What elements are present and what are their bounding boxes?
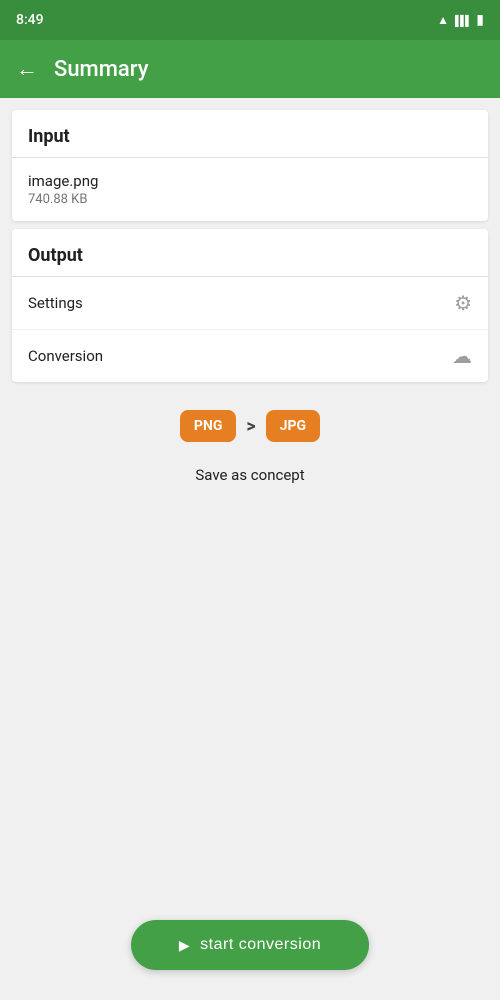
status-time: 8:49: [16, 12, 44, 28]
settings-label: Settings: [28, 294, 83, 312]
play-icon: ▶: [179, 937, 190, 954]
cloud-icon: [452, 344, 472, 368]
signal-icon: [455, 12, 470, 28]
input-file-row: image.png 740.88 KB: [12, 158, 488, 221]
from-badge: PNG: [180, 410, 236, 442]
toolbar: ← Summary: [0, 40, 500, 98]
input-file-size: 740.88 KB: [28, 192, 98, 207]
back-button[interactable]: ←: [16, 56, 38, 82]
conversion-badges-area: PNG > JPG: [12, 390, 488, 450]
start-conversion-label: start conversion: [200, 936, 321, 954]
settings-row[interactable]: Settings: [12, 277, 488, 330]
input-file-name: image.png: [28, 172, 98, 190]
status-icons: [437, 12, 484, 28]
save-concept-button[interactable]: Save as concept: [12, 458, 488, 504]
output-card-header: Output: [12, 229, 488, 277]
arrow-icon: >: [246, 416, 255, 437]
input-card-header: Input: [12, 110, 488, 158]
conversion-row[interactable]: Conversion: [12, 330, 488, 382]
bottom-action-area: ▶ start conversion: [0, 920, 500, 970]
content-area: Input image.png 740.88 KB Output Setting…: [0, 98, 500, 516]
gear-icon: [454, 291, 472, 315]
wifi-icon: [437, 12, 449, 28]
conversion-label: Conversion: [28, 347, 103, 365]
input-card: Input image.png 740.88 KB: [12, 110, 488, 221]
start-conversion-button[interactable]: ▶ start conversion: [131, 920, 369, 970]
status-bar: 8:49: [0, 0, 500, 40]
page-title: Summary: [54, 57, 149, 82]
output-card: Output Settings Conversion: [12, 229, 488, 382]
battery-icon: [476, 12, 484, 28]
to-badge: JPG: [266, 410, 320, 442]
input-file-info: image.png 740.88 KB: [28, 172, 98, 207]
